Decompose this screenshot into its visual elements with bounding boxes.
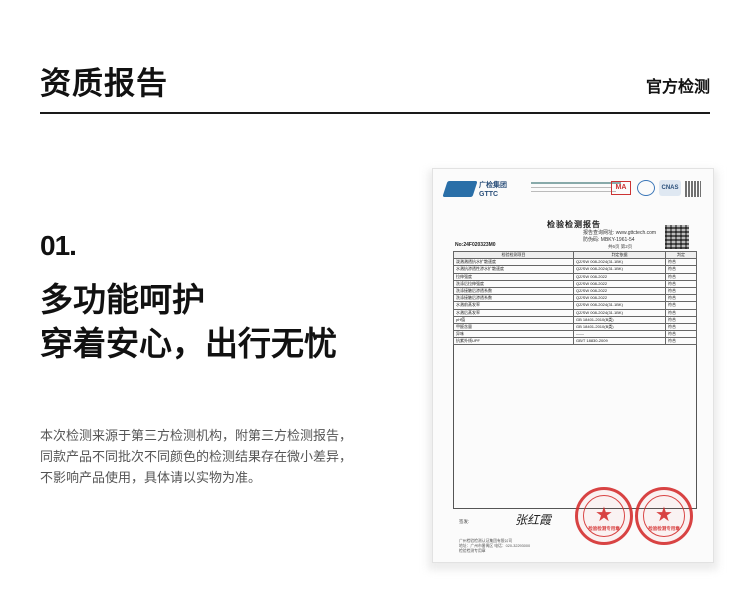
cnas-badge-icon: CNAS [659,180,681,196]
table-row: 洗涤接触后渗透系数 QZ/SW 008-2022 符合 [453,294,697,303]
org-name-line [531,191,616,192]
small-qr-icon [685,181,701,197]
qr-code-icon [665,225,689,249]
table-row: 甲醛含量 GB 18401-2010(B类) 符合 [453,322,697,332]
header-cell: 判定 [665,250,697,260]
table-row: 拉伸强度 QZ/SW 008-2022 符合 [453,272,697,281]
disclaimer-line-2: 同款产品不同批次不同颜色的检测结果存在微小差异， [40,449,353,464]
disclaimer-line-1: 本次检测来源于第三方检测机构，附第三方检测报告， [40,428,353,443]
headline-line-2: 穿着安心，出行无忧 [40,325,337,362]
star-icon: ★ [655,504,673,526]
table-header-row: 检验检测项目 判定依据 判定 [453,250,697,260]
table-row: 水溅抗渗透性渗水扩散速度 QZ/SW 008-2024(31.1BK) 符合 [453,265,697,274]
header-divider [40,112,710,114]
headline: 多功能呵护 穿着安心，出行无忧 [40,278,337,366]
section-number: 01. [40,230,77,261]
disclaimer-line-3: 不影响产品使用，具体请以实物为准。 [40,470,262,485]
table-row: 水溅前蒸发率 QZ/SW 008-2024(31.1BK) 符合 [453,301,697,310]
table-row: 异味 —— 符合 [453,330,697,339]
table-row: 水溅后蒸发率 QZ/SW 008-2024(31.1BK) 符合 [453,308,697,317]
ilac-badge-icon [637,180,655,196]
results-table: 检验检测项目 判定依据 判定 泼溅溅透抗水扩散速度 QZ/SW 008-2024(… [453,250,697,346]
headline-line-1: 多功能呵护 [40,281,205,318]
red-seal-stamp: ★ 检验检测专用章 [635,487,693,545]
official-test-tag: 官方检测 [645,79,710,96]
gttc-logo-icon [442,181,478,197]
header-cell: 判定依据 [573,250,666,260]
org-name-line [531,187,611,188]
page-title: 资质报告 [40,66,168,101]
gttc-logo-text: 广检集团 GTTC [479,182,507,198]
table-row: pH值 GB 18401-2010(B类) 符合 [453,315,697,324]
disclaimer-text: 本次检测来源于第三方检测机构，附第三方检测报告， 同款产品不同批次不同颜色的检测… [40,425,370,488]
header-cell: 检验检测项目 [453,250,574,260]
table-row: 抗紫外线UPF GB/T 18830-2009 符合 [453,337,697,346]
red-seal-stamp: ★ 检验检测专用章 [575,487,633,545]
table-row: 洗涤接触后渗透系数 QZ/SW 008-2022 符合 [453,286,697,296]
certificate-meta: 报告查询网址: www.gttctech.com 防伪码: MBKY-1961-… [583,230,657,243]
page-indicator: 共6页 第2页 [608,244,633,249]
table-row: 泼溅溅透抗水扩散速度 QZ/SW 008-2024(31.1BK) 符合 [453,258,697,267]
seal-text: 检验检测专用章 [588,526,620,531]
signer-label: 签发: [459,519,470,524]
handwritten-signature: 张红霞 [515,513,552,527]
org-name-line [531,182,621,184]
table-row: 洗涤后拉伸强度 QZ/SW 008-2022 符合 [453,279,697,288]
star-icon: ★ [595,504,613,526]
test-report-certificate: 广检集团 GTTC MA CNAS 检验检测报告 报告查询网址: www.gtt… [432,168,714,563]
report-number: No:24F020323M0 [455,242,496,248]
seal-text: 检验检测专用章 [648,526,680,531]
cma-badge-icon: MA [611,181,631,195]
